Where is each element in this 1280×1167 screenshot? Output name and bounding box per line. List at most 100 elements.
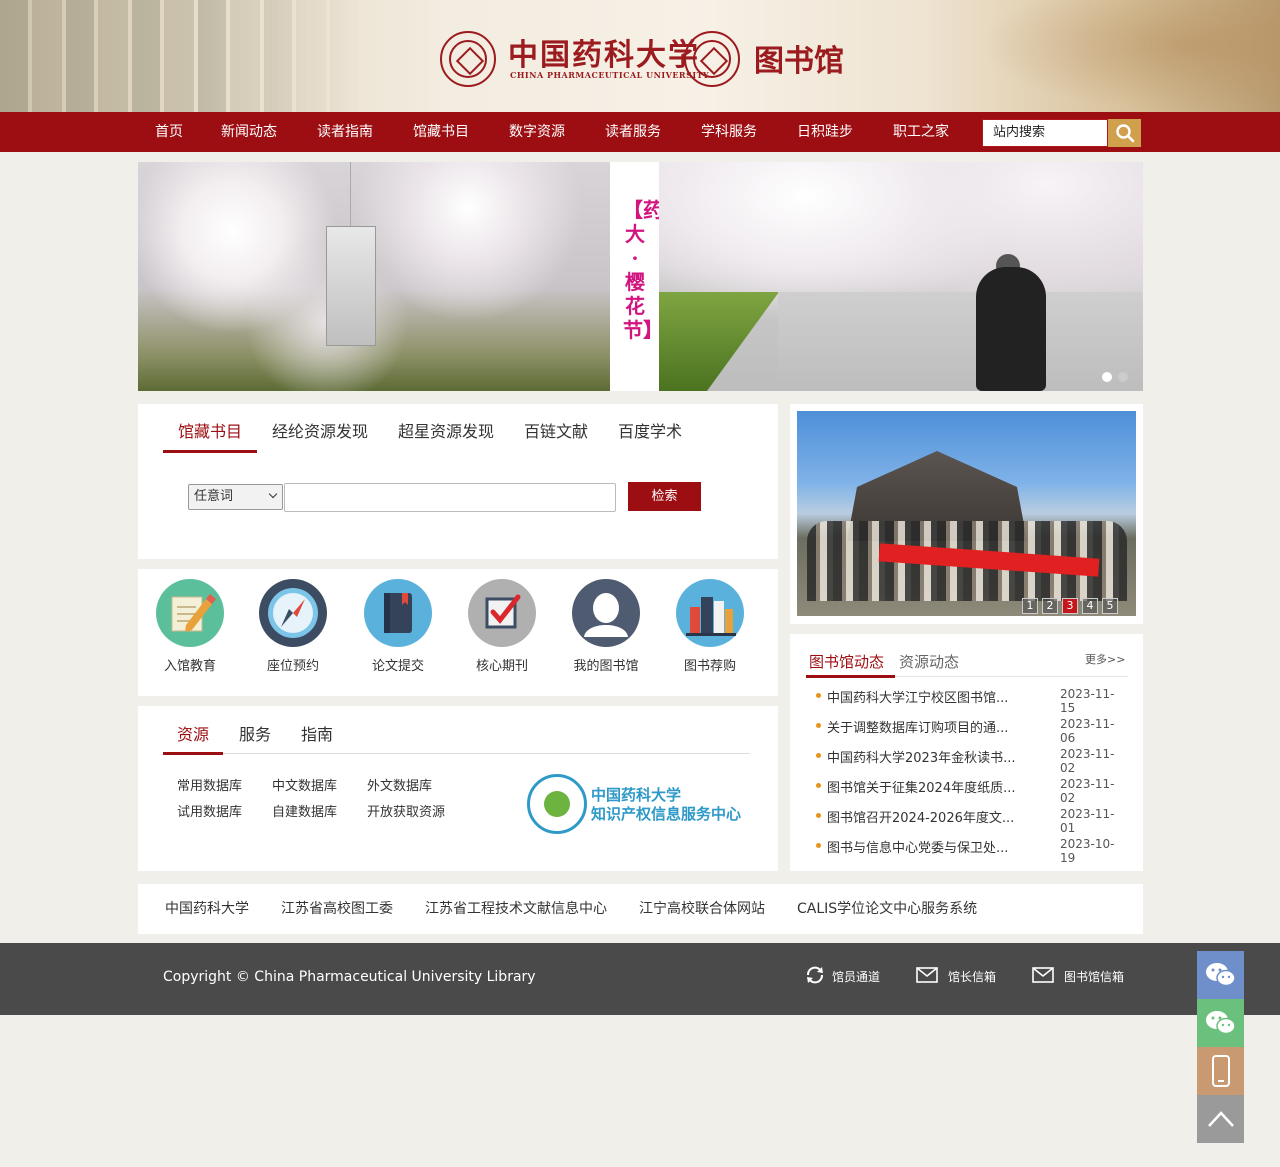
link-self-built-databases[interactable]: 自建数据库 [272, 801, 337, 820]
ipc-center-title-2[interactable]: 知识产权信息服务中心 [591, 803, 741, 824]
photo-page-5[interactable]: 5 [1102, 598, 1118, 614]
tab-services[interactable]: 服务 [239, 721, 271, 745]
news-active-underline [806, 675, 895, 678]
library-seal-logo[interactable] [684, 31, 740, 87]
banner-dot-active[interactable] [1118, 372, 1128, 382]
link-trial-databases[interactable]: 试用数据库 [177, 801, 242, 820]
news-title[interactable]: 图书馆召开2024-2026年度文... [827, 807, 1027, 826]
photo-page-4[interactable]: 4 [1082, 598, 1098, 614]
footer-link-library-mailbox[interactable]: 图书馆信箱 [1064, 968, 1124, 985]
news-title[interactable]: 关于调整数据库订购项目的通... [827, 717, 1027, 736]
user-icon[interactable] [572, 579, 640, 647]
nav-item-reader-guide[interactable]: 读者指南 [317, 112, 373, 152]
friend-link-jiangsu-eng-info-center[interactable]: 江苏省工程技术文献信息中心 [425, 898, 607, 918]
friend-link-jiangning-consortium[interactable]: 江宁高校联合体网站 [639, 898, 765, 918]
banner-tag-string [350, 162, 351, 226]
news-list-item[interactable]: 图书与信息中心党委与保卫处... 2023-10-19 [816, 837, 1126, 865]
book-icon[interactable] [364, 579, 432, 647]
refresh-icon[interactable] [804, 966, 826, 984]
tab-resource-news[interactable]: 资源动态 [899, 651, 959, 672]
friend-link-jiangsu-library-committee[interactable]: 江苏省高校图工委 [281, 898, 393, 918]
news-title[interactable]: 中国药科大学2023年金秋读书... [827, 747, 1027, 766]
link-open-access[interactable]: 开放获取资源 [367, 801, 445, 820]
tab-guide[interactable]: 指南 [301, 721, 333, 745]
ipc-center-title-1[interactable]: 中国药科大学 [591, 784, 681, 805]
pencil-note-icon[interactable] [156, 579, 224, 647]
site-search-button[interactable] [1108, 119, 1141, 147]
friend-link-cpu[interactable]: 中国药科大学 [165, 898, 249, 918]
nav-item-news[interactable]: 新闻动态 [221, 112, 277, 152]
footer-link-staff-portal[interactable]: 馆员通道 [832, 968, 880, 985]
university-name: 中国药科大学 [508, 38, 700, 73]
quick-link-seat-booking[interactable]: 座位预约 [243, 655, 343, 674]
bullet-icon [816, 723, 821, 728]
mail-icon[interactable] [916, 966, 938, 984]
link-common-databases[interactable]: 常用数据库 [177, 775, 242, 794]
side-mobile-button[interactable] [1197, 1047, 1244, 1095]
books-icon[interactable] [676, 579, 744, 647]
side-wechat-button-2[interactable] [1197, 999, 1244, 1047]
news-title[interactable]: 图书与信息中心党委与保卫处... [827, 837, 1027, 856]
nav-item-staff-home[interactable]: 职工之家 [893, 112, 949, 152]
photo-page-3-active[interactable]: 3 [1062, 598, 1078, 614]
university-name-en: CHINA PHARMACEUTICAL UNIVERSITY [510, 70, 710, 80]
university-seal-logo[interactable] [440, 31, 496, 87]
checkbox-icon[interactable] [468, 579, 536, 647]
link-chinese-databases[interactable]: 中文数据库 [272, 775, 337, 794]
news-more-link[interactable]: 更多>> [1085, 651, 1125, 667]
tab-catalog[interactable]: 馆藏书目 [178, 418, 242, 442]
bullet-icon [816, 693, 821, 698]
back-to-top-button[interactable] [1197, 1095, 1244, 1143]
banner-pagination-dots [1102, 372, 1128, 382]
group-photo-image[interactable] [797, 411, 1136, 616]
tab-bailian[interactable]: 百链文献 [524, 418, 588, 442]
nav-item-daily-steps[interactable]: 日积跬步 [797, 112, 853, 152]
quick-link-book-recommendation[interactable]: 图书荐购 [660, 655, 760, 674]
footer-link-director-mailbox[interactable]: 馆长信箱 [948, 968, 996, 985]
quick-link-core-journals[interactable]: 核心期刊 [452, 655, 552, 674]
quick-link-my-library[interactable]: 我的图书馆 [556, 655, 656, 674]
news-list-item[interactable]: 图书馆召开2024-2026年度文... 2023-11-01 [816, 807, 1126, 835]
mail-icon[interactable] [1032, 966, 1054, 984]
compass-icon[interactable] [259, 579, 327, 647]
nav-item-reader-services[interactable]: 读者服务 [605, 112, 661, 152]
news-date: 2023-11-01 [1060, 807, 1115, 835]
quick-link-thesis-submission[interactable]: 论文提交 [348, 655, 448, 674]
tab-chaoxing-discovery[interactable]: 超星资源发现 [398, 418, 494, 442]
news-list-item[interactable]: 关于调整数据库订购项目的通... 2023-11-06 [816, 717, 1126, 745]
catalog-search-button[interactable]: 检索 [628, 482, 701, 511]
banner-photographer [976, 267, 1046, 391]
photo-page-1[interactable]: 1 [1022, 598, 1038, 614]
nav-item-subject-services[interactable]: 学科服务 [701, 112, 757, 152]
news-title[interactable]: 图书馆关于征集2024年度纸质... [827, 777, 1027, 796]
quick-link-orientation[interactable]: 入馆教育 [140, 655, 240, 674]
photo-page-2[interactable]: 2 [1042, 598, 1058, 614]
side-wechat-button-1[interactable] [1197, 951, 1244, 999]
tab-jinglun-discovery[interactable]: 经纶资源发现 [272, 418, 368, 442]
news-list-item[interactable]: 中国药科大学2023年金秋读书... 2023-11-02 [816, 747, 1126, 775]
nav-item-digital-resources[interactable]: 数字资源 [509, 112, 565, 152]
catalog-keyword-input[interactable] [284, 483, 616, 512]
banner-dot[interactable] [1102, 372, 1112, 382]
tab-resources[interactable]: 资源 [177, 721, 209, 745]
news-date: 2023-11-15 [1060, 687, 1115, 715]
site-search-input[interactable]: 站内搜索 [982, 119, 1108, 147]
tab-library-news[interactable]: 图书馆动态 [809, 651, 884, 672]
search-field-select[interactable]: 任意词 [188, 484, 283, 510]
copyright-text: Copyright © China Pharmaceutical Univers… [163, 969, 536, 985]
news-list-item[interactable]: 中国药科大学江宁校区图书馆... 2023-11-15 [816, 687, 1126, 715]
nav-item-home[interactable]: 首页 [155, 112, 183, 152]
news-title[interactable]: 中国药科大学江宁校区图书馆... [827, 687, 1027, 706]
news-date: 2023-11-02 [1060, 777, 1115, 805]
wechat-icon [1205, 963, 1236, 987]
search-icon [1115, 124, 1134, 143]
news-list-item[interactable]: 图书馆关于征集2024年度纸质... 2023-11-02 [816, 777, 1126, 805]
ipc-center-logo[interactable] [527, 774, 587, 834]
mobile-icon [1211, 1055, 1230, 1087]
nav-item-catalog[interactable]: 馆藏书目 [413, 112, 469, 152]
wechat-icon [1205, 1011, 1236, 1035]
link-foreign-databases[interactable]: 外文数据库 [367, 775, 432, 794]
tab-baidu-scholar[interactable]: 百度学术 [618, 418, 682, 442]
friend-link-calis[interactable]: CALIS学位论文中心服务系统 [797, 898, 977, 918]
banner-carousel[interactable]: 【药大·樱花节】 [138, 162, 1143, 391]
